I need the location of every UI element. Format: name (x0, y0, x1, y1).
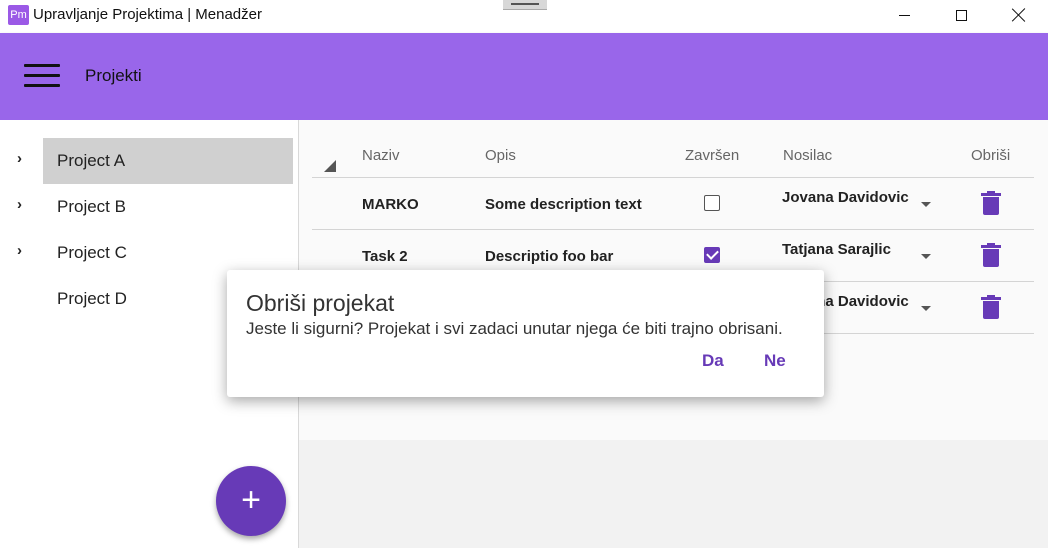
close-icon (1012, 8, 1026, 22)
trash-icon[interactable] (981, 191, 1001, 215)
minimize-icon (898, 14, 910, 16)
minimize-button[interactable] (875, 0, 933, 30)
hamburger-icon[interactable] (24, 64, 60, 90)
caret-down-icon[interactable] (921, 306, 931, 311)
caret-down-icon[interactable] (921, 254, 931, 259)
done-checkbox[interactable] (704, 247, 720, 263)
sidebar-item-project-b[interactable]: › Project B (0, 184, 298, 230)
assignee-select[interactable]: Jovana Davidovic (782, 189, 909, 206)
maximize-button[interactable] (932, 0, 990, 30)
sidebar-item-label: Project A (57, 151, 126, 170)
close-window-button[interactable] (990, 0, 1048, 30)
page-title: Projekti (85, 66, 142, 85)
chevron-right-icon[interactable]: › (17, 151, 31, 166)
sidebar-item-label: Project B (57, 197, 126, 216)
confirm-no-button[interactable]: Ne (764, 351, 786, 371)
sidebar-item-label: Project C (57, 243, 127, 262)
column-header-name[interactable]: Naziv (362, 147, 400, 164)
chevron-right-icon[interactable]: › (17, 197, 31, 212)
window-titlebar: Pm Upravljanje Projektima | Menadžer (0, 0, 1048, 33)
trash-icon[interactable] (981, 243, 1001, 267)
sort-indicator-icon[interactable] (324, 160, 336, 172)
sidebar-item-label: Project D (57, 289, 127, 308)
column-header-done[interactable]: Završen (685, 147, 739, 164)
task-description: Descriptio foo bar (485, 248, 614, 265)
table-row[interactable]: MARKO Some description text Jovana David… (312, 177, 1034, 229)
window-drag-handle[interactable] (503, 0, 547, 10)
app-icon: Pm (8, 5, 29, 25)
caret-down-icon[interactable] (921, 202, 931, 207)
add-project-button[interactable]: + (216, 466, 286, 536)
chevron-right-icon[interactable]: › (17, 243, 31, 258)
task-name: MARKO (362, 196, 419, 213)
task-description: Some description text (485, 196, 642, 213)
confirm-yes-button[interactable]: Da (702, 351, 724, 371)
trash-icon[interactable] (981, 295, 1001, 319)
sidebar-item-project-a[interactable]: › Project A (0, 138, 298, 184)
column-header-assignee[interactable]: Nosilac (783, 147, 832, 164)
window-title: Upravljanje Projektima | Menadžer (33, 6, 262, 23)
done-checkbox[interactable] (704, 195, 720, 211)
dialog-title: Obriši projekat (246, 290, 395, 316)
maximize-icon (955, 9, 967, 21)
app-header: Projekti (0, 33, 1048, 120)
column-header-description[interactable]: Opis (485, 147, 516, 164)
column-header-delete[interactable]: Obriši (971, 147, 1010, 164)
delete-project-dialog: Obriši projekat Jeste li sigurni? Projek… (227, 270, 824, 397)
dialog-message: Jeste li sigurni? Projekat i svi zadaci … (246, 319, 783, 338)
task-name: Task 2 (362, 248, 408, 265)
assignee-select[interactable]: Tatjana Sarajlic (782, 241, 891, 258)
